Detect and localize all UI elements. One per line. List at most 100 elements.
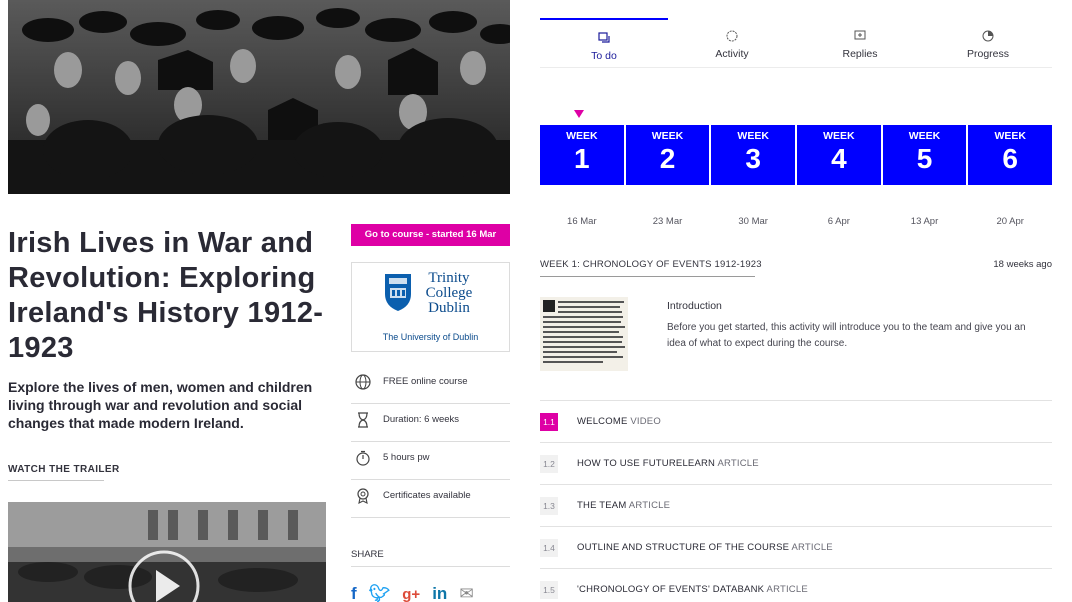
tab-label: To do [591, 50, 617, 62]
replies-icon [854, 30, 866, 40]
step-title-text: HOW TO USE FUTURELEARN [577, 458, 716, 469]
facebook-icon[interactable]: f [351, 584, 357, 602]
week-label: WEEK [908, 130, 941, 142]
step-title-text: THE TEAM [577, 500, 627, 511]
step-item[interactable]: 1.5 'CHRONOLOGY OF EVENTS' DATABANK ARTI… [540, 568, 1052, 602]
fact-text: FREE online course [383, 376, 468, 387]
trailer-divider [8, 480, 104, 481]
step-type: ARTICLE [766, 584, 808, 595]
week-2-button[interactable]: WEEK 2 [625, 125, 710, 185]
intro-thumbnail[interactable] [540, 297, 628, 371]
week-date: 16 Mar [567, 216, 597, 227]
week-date: 23 Mar [652, 216, 683, 227]
tab-to-do[interactable]: To do [540, 18, 668, 67]
week-date: 6 Apr [827, 216, 850, 227]
week-1-button[interactable]: WEEK 1 [540, 125, 624, 185]
step-title: 'CHRONOLOGY OF EVENTS' DATABANK ARTICLE [577, 584, 808, 595]
fact-duration: Duration: 6 weeks [351, 404, 510, 442]
week-number: 1 [574, 143, 590, 174]
fact-text: 5 hours pw [383, 452, 430, 463]
fact-text: Certificates available [383, 490, 471, 501]
go-to-course-button[interactable]: Go to course - started 16 Mar [351, 224, 510, 246]
tab-progress[interactable]: Progress [924, 18, 1052, 67]
step-number: 1.5 [540, 581, 558, 599]
university-card[interactable]: Trinity College Dublin The University of… [351, 262, 510, 352]
step-title-text: WELCOME [577, 416, 628, 427]
university-crest-icon [385, 274, 411, 311]
share-label: SHARE [351, 549, 384, 560]
certificate-icon [357, 488, 369, 504]
week-dates: 16 Mar 23 Mar 30 Mar 6 Apr 13 Apr 20 Apr [540, 216, 1052, 227]
step-title-text: OUTLINE AND STRUCTURE OF THE COURSE [577, 542, 790, 553]
week-label: WEEK [566, 130, 598, 142]
course-facts: FREE online course Duration: 6 weeks 5 h… [351, 366, 510, 518]
week-selector: WEEK 1 WEEK 2 WEEK 3 WEEK 4 WEEK 5 WEEK … [540, 125, 1053, 185]
globe-icon [355, 374, 371, 390]
step-number: 1.2 [540, 455, 558, 473]
google-plus-icon[interactable]: g+ [402, 586, 420, 602]
share-buttons: f 🐦︎ g+ in ✉ [351, 584, 474, 602]
step-number: 1.4 [540, 539, 558, 557]
watch-trailer-link[interactable]: WATCH THE TRAILER [8, 464, 120, 475]
week-date: 30 Mar [738, 216, 768, 227]
fact-text: Duration: 6 weeks [383, 414, 460, 425]
step-type: VIDEO [630, 416, 661, 427]
week-label: WEEK [994, 130, 1026, 142]
step-title: HOW TO USE FUTURELEARN ARTICLE [577, 458, 759, 469]
todo-icon [598, 32, 610, 43]
week-number: 3 [745, 143, 761, 174]
linkedin-icon[interactable]: in [432, 584, 447, 602]
hourglass-icon [358, 412, 368, 428]
week-label: WEEK [651, 130, 684, 142]
tab-label: Replies [842, 48, 878, 60]
step-item[interactable]: 1.3 THE TEAM ARTICLE [540, 484, 1052, 526]
week-number: 2 [659, 143, 676, 174]
tab-replies[interactable]: Replies [796, 18, 924, 67]
activity-icon [726, 30, 738, 42]
tab-label: Activity [715, 48, 749, 60]
step-item[interactable]: 1.4 OUTLINE AND STRUCTURE OF THE COURSE … [540, 526, 1052, 568]
progress-icon [982, 30, 994, 42]
university-subtitle: The University of Dublin [382, 332, 479, 342]
week-date: 20 Apr [996, 216, 1024, 227]
week-6-button[interactable]: WEEK 6 [968, 125, 1053, 185]
course-todo-panel: To do Activity Replies Progress WEEK 1 W… [520, 0, 1072, 602]
tab-label: Progress [966, 48, 1009, 60]
week-label: WEEK [823, 130, 855, 142]
step-type: ARTICLE [791, 542, 833, 553]
step-list: 1.1 WELCOME VIDEO 1.2 HOW TO USE FUTUREL… [540, 400, 1052, 602]
university-name: Trinity College Dublin [425, 270, 473, 316]
tab-activity[interactable]: Activity [668, 18, 796, 67]
step-number: 1.3 [540, 497, 558, 515]
intro-title[interactable]: Introduction [667, 300, 722, 312]
week-number: 6 [1002, 143, 1018, 174]
step-title-text: 'CHRONOLOGY OF EVENTS' DATABANK [577, 584, 765, 595]
mail-icon[interactable]: ✉ [459, 584, 473, 602]
twitter-icon[interactable]: 🐦︎ [369, 584, 391, 602]
week-section-title: WEEK 1: CHRONOLOGY OF EVENTS 1912-1923 [540, 259, 762, 270]
week-section-age: 18 weeks ago [993, 259, 1052, 270]
week-number: 4 [831, 143, 847, 174]
week-4-button[interactable]: WEEK 4 [797, 125, 881, 185]
step-type: ARTICLE [628, 500, 671, 511]
step-number: 1.1 [540, 413, 558, 431]
course-title: Irish Lives in War and Revolution: Explo… [8, 227, 324, 364]
fact-price: FREE online course [351, 366, 510, 404]
share-divider [351, 566, 510, 567]
week-3-button[interactable]: WEEK 3 [711, 125, 796, 185]
intro-text: Before you get started, this activity wi… [667, 322, 1026, 349]
fact-effort: 5 hours pw [351, 442, 510, 480]
step-item[interactable]: 1.2 HOW TO USE FUTURELEARN ARTICLE [540, 442, 1052, 484]
week-5-button[interactable]: WEEK 5 [882, 125, 967, 185]
step-type: ARTICLE [717, 458, 759, 469]
hero-image [8, 0, 510, 194]
course-tabs: To do Activity Replies Progress [540, 18, 1052, 68]
course-description: Explore the lives of men, women and chil… [8, 379, 313, 431]
step-item[interactable]: 1.1 WELCOME VIDEO [540, 400, 1052, 442]
stopwatch-icon [356, 450, 370, 466]
trailer-video[interactable] [8, 502, 326, 602]
course-overview-panel: Irish Lives in War and Revolution: Explo… [0, 0, 520, 602]
fact-certificate: Certificates available [351, 480, 510, 518]
step-title: WELCOME VIDEO [577, 416, 661, 427]
week-number: 5 [916, 143, 933, 174]
